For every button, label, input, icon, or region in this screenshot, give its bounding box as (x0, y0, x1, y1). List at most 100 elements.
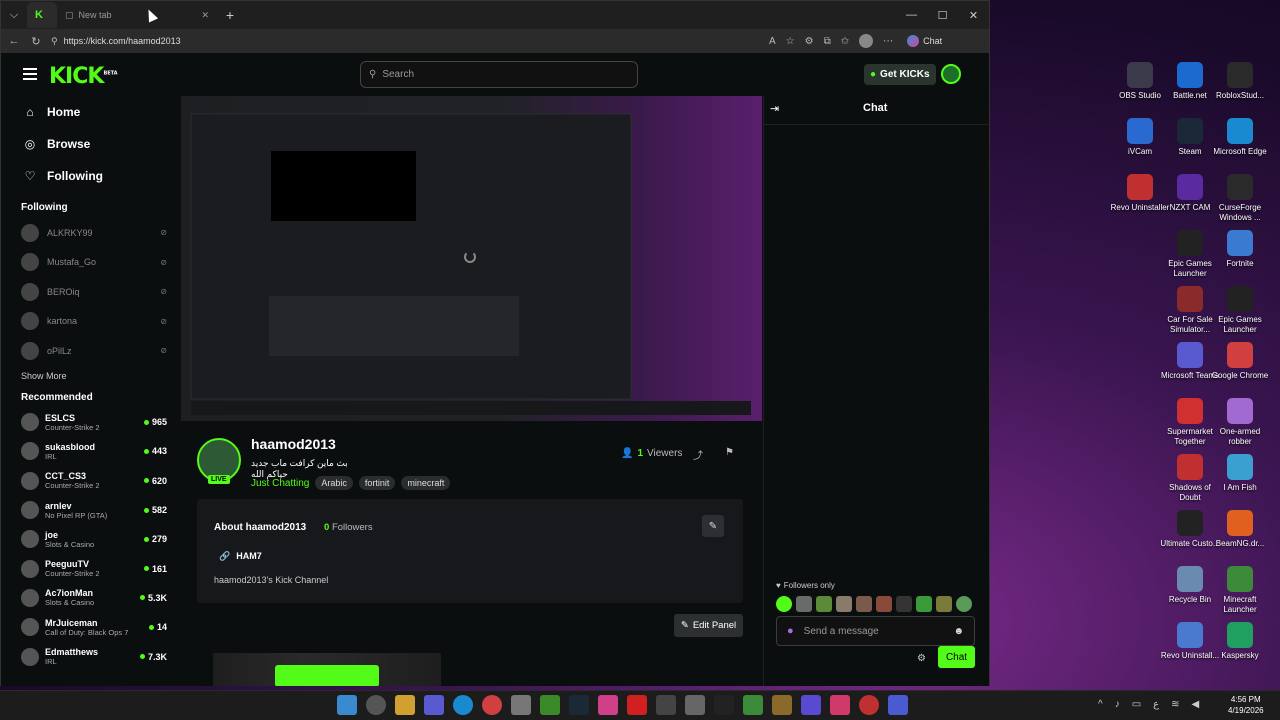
back-icon[interactable]: ← (7, 35, 21, 47)
video-player[interactable] (181, 96, 762, 421)
edge-icon[interactable] (453, 695, 473, 715)
nzxt-icon[interactable] (656, 695, 676, 715)
language-icon[interactable]: ع (1153, 699, 1159, 710)
close-tab-icon[interactable]: ✕ (201, 10, 209, 21)
read-aloud-icon[interactable]: A (769, 36, 776, 47)
sidebar-item-browse[interactable]: ◎ Browse (1, 128, 177, 160)
extensions-icon[interactable]: ⚙ (805, 36, 814, 47)
app-icon[interactable] (859, 695, 879, 715)
chat-settings-icon[interactable]: ⚙ (917, 653, 926, 664)
copilot-chat-button[interactable]: Chat (907, 35, 942, 47)
recommended-item[interactable]: MrJuiceman Call of Duty: Black Ops 7 14 (1, 613, 177, 642)
search-input[interactable]: ⚲ Search (360, 61, 638, 88)
recommended-item[interactable]: ESLCS Counter-Strike 2 965 (1, 408, 177, 437)
kick-logo[interactable]: KICKBETA (49, 64, 118, 89)
sidebar-item-home[interactable]: ⌂ Home (1, 96, 177, 128)
desktop-icon[interactable]: Microsoft Edge (1208, 118, 1272, 157)
desktop-icon[interactable]: RobloxStud... (1208, 62, 1272, 101)
emote[interactable] (856, 596, 872, 612)
emote[interactable] (916, 596, 932, 612)
favorites-icon[interactable]: ✩ (841, 36, 849, 47)
emote[interactable] (796, 596, 812, 612)
close-window-button[interactable]: ✕ (958, 1, 989, 29)
favorite-star-icon[interactable]: ☆ (786, 36, 795, 47)
minecraft-icon[interactable] (743, 695, 763, 715)
emote[interactable] (836, 596, 852, 612)
edit-about-button[interactable]: ✎ (702, 515, 724, 537)
following-item[interactable]: ALKRKY99 ⊘ (1, 218, 177, 248)
tag-chip[interactable]: fortinit (358, 476, 396, 490)
app-icon[interactable] (801, 695, 821, 715)
chat-send-button[interactable]: Chat (938, 646, 975, 668)
tab-new-tab[interactable]: ▢ New tab ✕ (57, 2, 217, 28)
desktop-icon[interactable]: One-armed robber (1208, 398, 1272, 447)
microphone-icon[interactable]: ♪ (1115, 699, 1120, 710)
display-icon[interactable]: ▭ (1132, 699, 1141, 710)
recommended-item[interactable]: CCT_CS3 Counter-Strike 2 620 (1, 466, 177, 495)
start-icon[interactable] (337, 695, 357, 715)
recommended-item[interactable]: arnlev No Pixel RP (GTA) 582 (1, 495, 177, 524)
capcut-icon[interactable] (714, 695, 734, 715)
recommended-item[interactable]: joe Slots & Casino 279 (1, 525, 177, 554)
desktop-icon[interactable]: I Am Fish (1208, 454, 1272, 493)
app-icon[interactable] (685, 695, 705, 715)
volume-icon[interactable]: ◀ (1192, 699, 1200, 710)
new-tab-button[interactable]: + (217, 4, 243, 26)
collapse-chat-icon[interactable]: ⇥ (770, 102, 779, 115)
store-icon[interactable] (511, 695, 531, 715)
desktop-icon[interactable]: CurseForge Windows ... (1208, 174, 1272, 223)
desktop-icon[interactable]: BeamNG.dr... (1208, 510, 1272, 549)
following-item[interactable]: Mustafa_Go ⊘ (1, 248, 177, 278)
menu-icon[interactable] (23, 68, 37, 80)
desktop-icon[interactable]: Minecraft Launcher (1208, 566, 1272, 615)
following-item[interactable]: BEROiq ⊘ (1, 277, 177, 307)
tag-chip[interactable]: Arabic (315, 476, 353, 490)
split-screen-icon[interactable]: ⧉ (824, 36, 831, 47)
user-settings-icon[interactable]: ⚑ (725, 447, 734, 458)
settings-icon[interactable] (366, 695, 386, 715)
wifi-icon[interactable]: ≋ (1171, 699, 1179, 710)
emote[interactable] (816, 596, 832, 612)
recommended-item[interactable]: PeeguuTV Counter-Strike 2 161 (1, 554, 177, 583)
chrome-icon[interactable] (482, 695, 502, 715)
emote[interactable] (776, 596, 792, 612)
emote[interactable] (936, 596, 952, 612)
teams-icon[interactable] (424, 695, 444, 715)
chat-message-input[interactable]: ● Send a message ☻ (776, 616, 975, 646)
emote[interactable] (956, 596, 972, 612)
desktop-icon[interactable]: Kaspersky (1208, 622, 1272, 661)
streamer-name[interactable]: haamod2013 (251, 436, 336, 452)
app-icon[interactable] (830, 695, 850, 715)
recommended-item[interactable]: Ac7ionMan Slots & Casino 5.3K (1, 583, 177, 612)
edit-panel-button[interactable]: ✎ Edit Panel (674, 614, 743, 637)
maximize-button[interactable]: ☐ (927, 1, 958, 29)
sidebar-item-following[interactable]: ♡ Following (1, 160, 177, 192)
recommended-item[interactable]: sukasblood IRL 443 (1, 437, 177, 466)
following-item[interactable]: kartona ⊘ (1, 307, 177, 337)
desktop-icon[interactable]: Epic Games Launcher (1208, 286, 1272, 335)
desktop-icon[interactable]: Fortnite (1208, 230, 1272, 269)
nvidia-icon[interactable] (540, 695, 560, 715)
youtube-icon[interactable] (627, 695, 647, 715)
steam-icon[interactable] (569, 695, 589, 715)
refresh-icon[interactable]: ↻ (29, 35, 43, 48)
emote[interactable] (876, 596, 892, 612)
app-icon[interactable] (888, 695, 908, 715)
emote[interactable] (896, 596, 912, 612)
microphone-icon[interactable]: ● (787, 625, 794, 637)
url-field[interactable]: ⚲ https://kick.com/haamod2013 (51, 36, 761, 47)
instagram-icon[interactable] (598, 695, 618, 715)
tag-chip[interactable]: minecraft (401, 476, 451, 490)
show-more-link[interactable]: Show More (1, 366, 177, 386)
emoji-icon[interactable]: ☻ (953, 626, 964, 637)
more-options-icon[interactable]: ⋯ (883, 36, 893, 47)
user-avatar[interactable] (941, 64, 961, 84)
category-link[interactable]: Just Chatting (251, 478, 309, 489)
profile-avatar[interactable] (859, 34, 874, 48)
get-kicks-button[interactable]: ● Get KICKs (864, 64, 936, 85)
share-icon[interactable]: ⤴ (693, 447, 703, 462)
recommended-item[interactable]: Edmatthews IRL 7.3K (1, 642, 177, 671)
following-item[interactable]: oPilLz ⊘ (1, 336, 177, 366)
social-link[interactable]: 🔗 HAM7 (219, 551, 262, 562)
desktop-icon[interactable]: Google Chrome (1208, 342, 1272, 381)
